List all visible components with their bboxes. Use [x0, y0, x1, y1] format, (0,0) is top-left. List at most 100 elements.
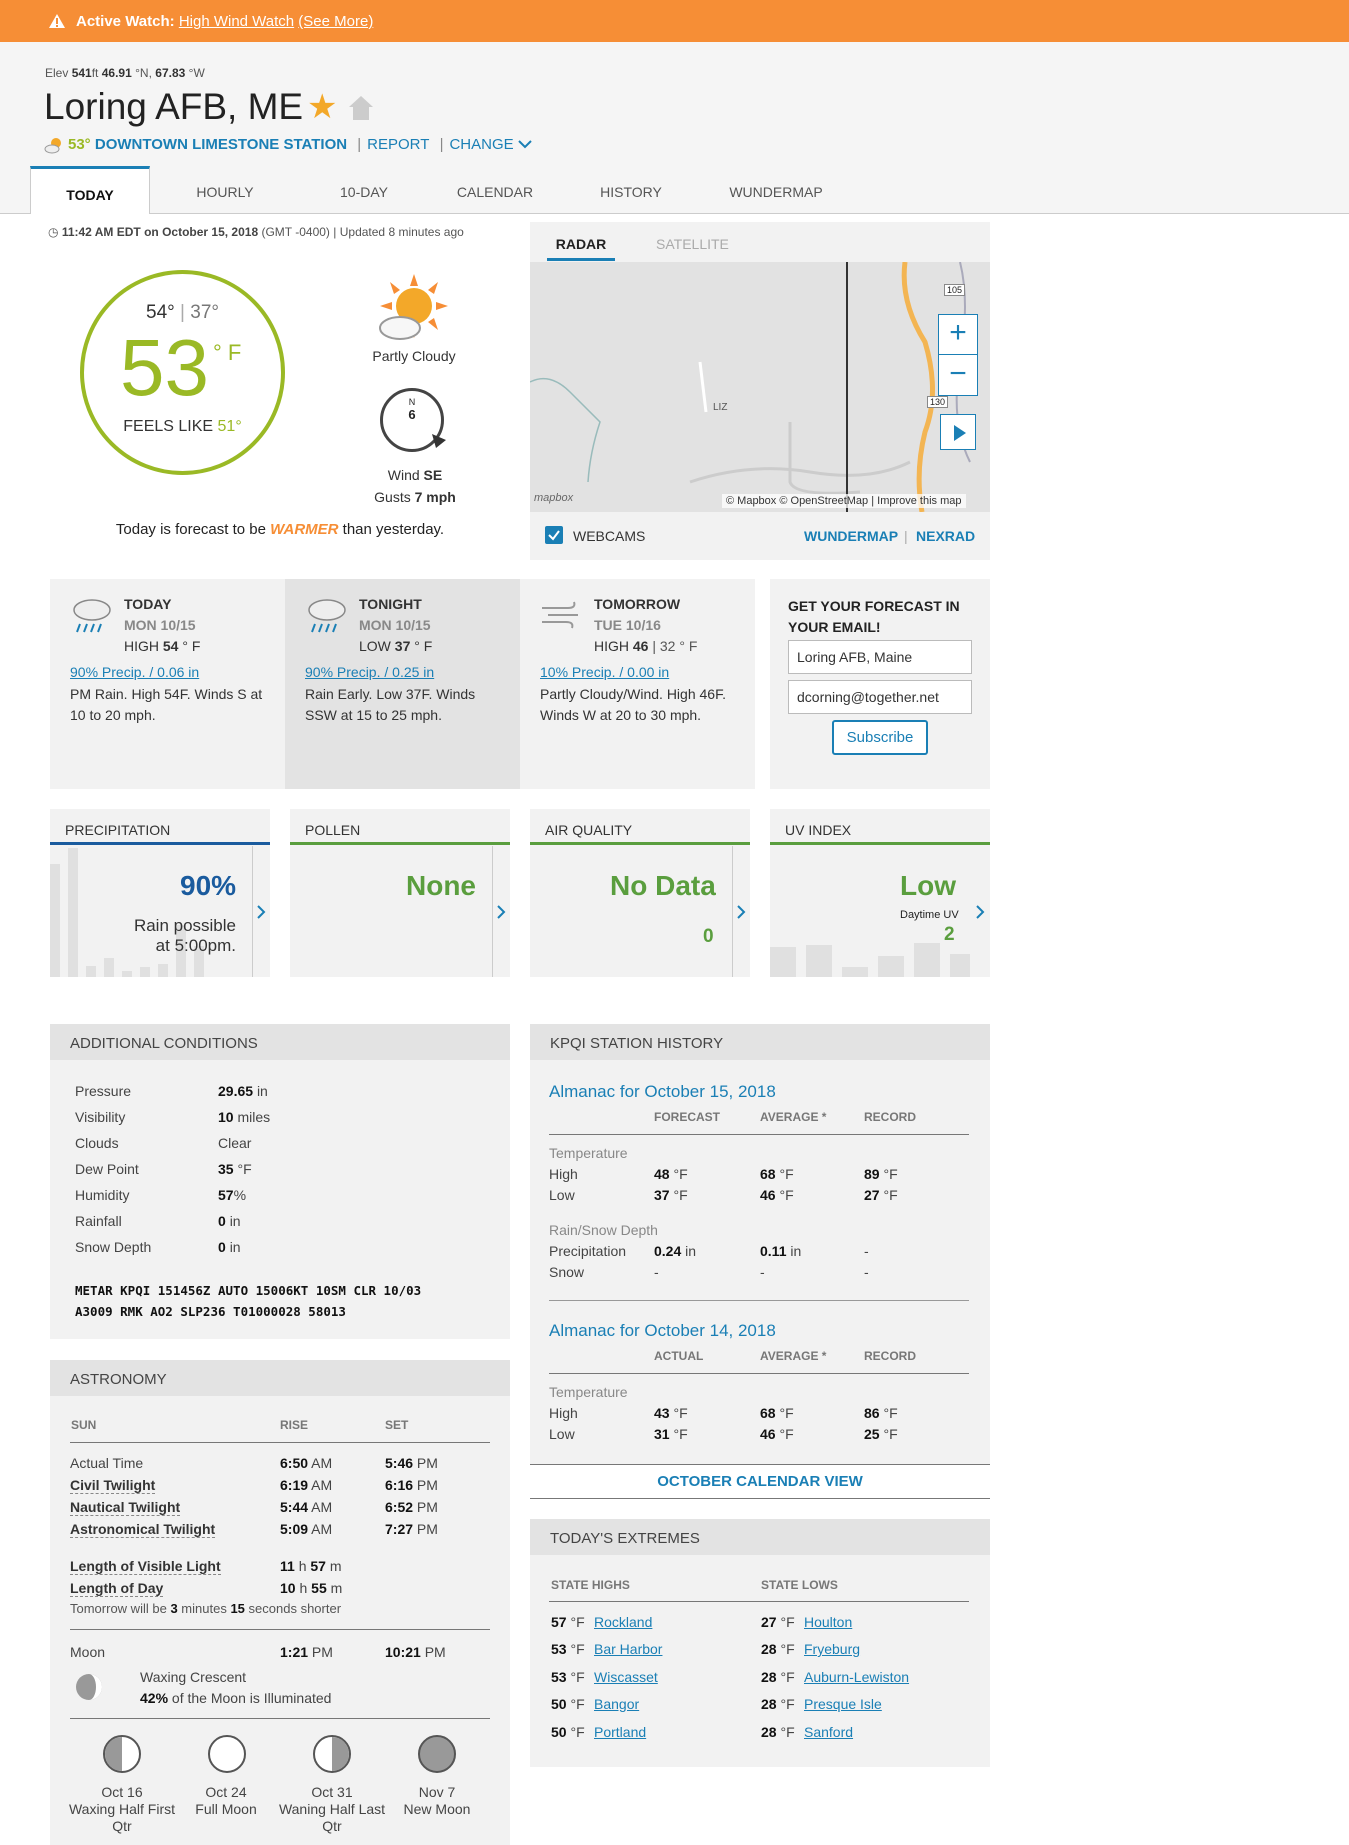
station-name-link[interactable]: DOWNTOWN LIMESTONE STATION [95, 136, 347, 153]
almanac-col: RECORD [864, 1349, 917, 1363]
almanac-label: Low [549, 1187, 575, 1203]
day-length-label[interactable]: Length of Day [70, 1580, 164, 1597]
tab-wundermap[interactable]: WUNDERMAP [716, 166, 836, 214]
almanac-label: High [549, 1166, 578, 1182]
moon-set: 10:21 PM [385, 1644, 446, 1660]
main-tabs: TODAY HOURLY 10-DAY CALENDAR HISTORY WUN… [30, 166, 1349, 214]
set-time: 6:16 PM [385, 1477, 438, 1493]
almanac-value: 31 °F [654, 1426, 688, 1442]
forecast-today-header: TODAY MON 10/15 HIGH 54 ° F [124, 596, 201, 654]
extreme-low-city-link[interactable]: Sanford [804, 1724, 853, 1740]
forecast-tomorrow-text: Partly Cloudy/Wind. High 46F. Winds W at… [540, 686, 726, 723]
home-icon[interactable] [347, 94, 375, 122]
map-credit[interactable]: © Mapbox © OpenStreetMap | Improve this … [722, 494, 966, 508]
extreme-low: 28 °F [761, 1669, 795, 1685]
alert-link[interactable]: High Wind Watch [179, 13, 294, 30]
extreme-low-city-link[interactable]: Fryeburg [804, 1641, 860, 1657]
extreme-low-city-link[interactable]: Auburn-Lewiston [804, 1669, 909, 1685]
extreme-low-city-link[interactable]: Presque Isle [804, 1696, 882, 1712]
station-bar: 53° DOWNTOWN LIMESTONE STATION | REPORT |… [68, 136, 532, 153]
rain-icon [308, 599, 346, 633]
astronomy-title: ASTRONOMY [50, 1360, 510, 1396]
divider [549, 1134, 969, 1135]
forecast-tonight-text: Rain Early. Low 37F. Winds SSW at 15 to … [305, 686, 476, 723]
state-highs-header: STATE HIGHS [551, 1578, 630, 1592]
october-calendar-link[interactable]: OCTOBER CALENDAR VIEW [530, 1464, 990, 1499]
extreme-low-city-link[interactable]: Houlton [804, 1614, 852, 1630]
almanac-value: - [864, 1243, 869, 1259]
tab-satellite[interactable]: SATELLITE [656, 236, 729, 252]
zoom-out-button[interactable]: − [938, 354, 978, 394]
radar-map[interactable]: LIZ 105 130 + − mapbox © Mapbox © OpenSt… [530, 262, 990, 512]
chevron-down-icon[interactable] [518, 139, 532, 149]
forecast-tonight-precip-link[interactable]: 90% Precip. / 0.25 in [305, 662, 510, 683]
half-moon-last-quarter-icon [313, 1735, 351, 1773]
tab-hourly[interactable]: HOURLY [165, 166, 285, 214]
almanac-section: Rain/Snow Depth [549, 1222, 658, 1238]
almanac-label: Precipitation [549, 1243, 627, 1259]
webcams-checkbox[interactable] [545, 526, 563, 544]
tab-10-day[interactable]: 10-DAY [304, 166, 424, 214]
tab-today[interactable]: TODAY [30, 166, 150, 214]
warning-icon [49, 14, 65, 28]
partly-cloudy-icon [379, 274, 448, 340]
extreme-high-city-link[interactable]: Bar Harbor [594, 1641, 662, 1657]
nexrad-link[interactable]: NEXRAD [916, 528, 975, 544]
almanac-col: AVERAGE * [760, 1110, 827, 1124]
astronomy-label[interactable]: Nautical Twilight [70, 1499, 181, 1516]
email-input[interactable]: dcorning@together.net [788, 680, 972, 714]
condition-label: Humidity [75, 1187, 130, 1203]
extreme-high: 50 °F [551, 1724, 585, 1740]
current-temperature: 53 [120, 323, 209, 412]
tab-calendar[interactable]: CALENDAR [435, 166, 555, 214]
precipitation-chevron-icon[interactable] [252, 846, 270, 977]
extreme-high-city-link[interactable]: Rockland [594, 1614, 652, 1630]
mapbox-logo: mapbox [534, 492, 574, 504]
uv-value: Low [900, 870, 956, 901]
rise-time: 6:19 AM [280, 1477, 333, 1493]
visible-light-value: 11 h 57 m [280, 1558, 342, 1574]
subscribe-button[interactable]: Subscribe [832, 720, 928, 755]
extreme-high-city-link[interactable]: Portland [594, 1724, 646, 1740]
wundermap-link[interactable]: WUNDERMAP [804, 528, 898, 544]
alert-see-more-link[interactable]: (See More) [298, 13, 373, 30]
clock-icon: ◷ [48, 225, 59, 239]
link-separator: | [904, 528, 908, 544]
pollen-card[interactable]: POLLEN [290, 809, 510, 977]
almanac-section: Temperature [549, 1145, 628, 1161]
location-input[interactable]: Loring AFB, Maine [788, 640, 972, 674]
condition-value: 57% [218, 1187, 247, 1203]
almanac-value: - [654, 1264, 659, 1280]
pollen-chevron-icon[interactable] [492, 846, 510, 977]
extreme-high-city-link[interactable]: Wiscasset [594, 1669, 658, 1685]
forecast-tomorrow-precip-link[interactable]: 10% Precip. / 0.00 in [540, 662, 745, 683]
report-link[interactable]: REPORT [367, 136, 429, 153]
favorite-star-icon[interactable]: ★ [307, 90, 337, 124]
astronomy-label[interactable]: Civil Twilight [70, 1477, 156, 1494]
tab-history[interactable]: HISTORY [571, 166, 691, 214]
set-time: 6:52 PM [385, 1499, 438, 1515]
rise-header: RISE [280, 1418, 309, 1432]
uv-chevron-icon[interactable] [972, 846, 990, 977]
moon-phase-date: Oct 31 Waning Half Last Qtr [278, 1784, 386, 1834]
forecast-today-precip-link[interactable]: 90% Precip. / 0.06 in [70, 662, 275, 683]
alert-bar: Active Watch: High Wind Watch (See More) [0, 0, 1349, 42]
waxing-crescent-moon-icon [76, 1674, 102, 1700]
route-105-label: 105 [944, 284, 966, 296]
zoom-in-button[interactable]: + [938, 314, 978, 354]
extreme-high-city-link[interactable]: Bangor [594, 1696, 639, 1712]
change-link[interactable]: CHANGE [449, 136, 513, 153]
almanac-value: 46 °F [760, 1187, 794, 1203]
visible-light-label[interactable]: Length of Visible Light [70, 1558, 221, 1575]
almanac-value: 89 °F [864, 1166, 898, 1182]
pollen-value: None [406, 870, 476, 901]
air-quality-chevron-icon[interactable] [732, 846, 750, 977]
tab-radar[interactable]: RADAR [547, 236, 615, 261]
moon-label: Moon [70, 1644, 106, 1660]
divider [549, 1300, 969, 1301]
play-button[interactable] [940, 414, 976, 450]
condition-value: 10 miles [218, 1109, 271, 1125]
moon-phase-date: Oct 16 Waxing Half First Qtr [68, 1784, 176, 1834]
astronomy-label[interactable]: Astronomical Twilight [70, 1521, 216, 1538]
half-moon-first-quarter-icon [103, 1735, 141, 1773]
